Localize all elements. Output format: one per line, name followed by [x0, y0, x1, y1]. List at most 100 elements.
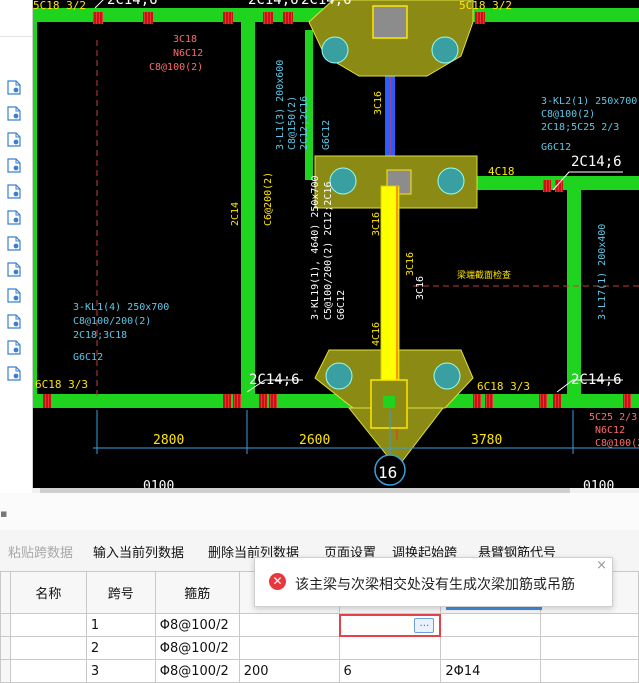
table-row[interactable]: 3 Φ8@100/2 200 6 2Φ14	[0, 659, 639, 683]
label-top-3: 2C14;6	[248, 0, 299, 8]
label-v-3c16-a: 3C16	[373, 91, 384, 115]
axis-bubble-label: 16	[378, 463, 397, 482]
tooltip-message: 该主梁与次梁相交处没有生成次梁加筋或吊筋	[295, 577, 575, 593]
axis-label-left: 0100	[143, 479, 174, 488]
label-kl21-4: G6C12	[541, 142, 571, 153]
document-icon[interactable]	[7, 132, 21, 147]
label-kl19-2: C5@100/200(2) 2C12;2C16	[323, 182, 334, 320]
cell-col4[interactable]	[238, 613, 340, 637]
label-kl19-3: G6C12	[336, 290, 347, 320]
label-kl1-4: G6C12	[73, 352, 103, 363]
cell-col4[interactable]: 200	[238, 659, 340, 683]
label-l12-2: C8@150(2)	[287, 96, 298, 150]
label-bottom-far-right: 2C14;6	[571, 372, 622, 388]
label-bottom-mid: 2C14;6	[249, 372, 300, 388]
label-top-right: 5C18 3/2	[459, 0, 512, 12]
document-icon[interactable]	[7, 106, 21, 121]
label-n6c12: N6C12	[173, 48, 203, 59]
row-handle	[0, 659, 11, 683]
label-4c18: 4C18	[488, 165, 515, 178]
document-icon[interactable]	[7, 314, 21, 329]
error-tooltip: ✕ 该主梁与次梁相交处没有生成次梁加筋或吊筋 ×	[254, 557, 613, 607]
axis-label-right: 0100	[583, 479, 614, 488]
label-3c18: 3C18	[173, 34, 197, 45]
label-top-4: 2C14;6	[301, 0, 352, 8]
document-icon[interactable]	[7, 262, 21, 277]
document-icon[interactable]	[7, 210, 21, 225]
cell-stirrup[interactable]: Φ8@100/2	[154, 636, 240, 660]
cell-col6[interactable]	[440, 613, 542, 637]
cell-stirrup[interactable]: Φ8@100/2	[154, 659, 240, 683]
label-rb-2: N6C12	[595, 425, 625, 436]
document-icon[interactable]	[7, 184, 21, 199]
label-left-bottom: 6C18 3/3	[35, 378, 88, 391]
table-row[interactable]: 2 Φ8@100/2	[0, 636, 639, 660]
header-name[interactable]: 名称	[9, 571, 87, 614]
label-l12-4: G6C12	[321, 120, 332, 150]
dim-3780: 3780	[471, 433, 502, 448]
document-icon[interactable]	[7, 288, 21, 303]
cad-drawing: 5C18 3/2 2C14;6 2C14;6 2C14;6 5C18 3/2 3…	[33, 0, 639, 488]
label-rb-3: C8@100(2)	[595, 438, 639, 449]
label-top-2: 2C14;6	[107, 0, 158, 8]
error-icon: ✕	[269, 573, 286, 590]
cell-col7[interactable]	[540, 659, 639, 683]
header-stirrup[interactable]: 箍筋	[154, 571, 240, 614]
label-kl21: 3-KL2(1) 250x700	[541, 96, 637, 107]
paste-span-button[interactable]: 粘贴跨数据	[8, 542, 73, 561]
cell-col6[interactable]: 2Φ14	[440, 659, 542, 683]
document-icon[interactable]	[7, 80, 21, 95]
label-kl1-3: 2C18;3C18	[73, 330, 127, 341]
table-row[interactable]: 1 Φ8@100/2 …	[0, 613, 639, 637]
cad-canvas[interactable]: 5C18 3/2 2C14;6 2C14;6 2C14;6 5C18 3/2 3…	[33, 0, 639, 488]
label-v-3c16-b: 3C16	[371, 212, 382, 236]
header-span[interactable]: 跨号	[85, 571, 156, 614]
panel-pin-icon[interactable]: ▪	[0, 507, 7, 520]
document-icon[interactable]	[7, 366, 21, 381]
highlighted-beam	[380, 185, 400, 383]
label-kl1: 3-KL1(4) 250x700	[73, 302, 169, 313]
panel-header: ▪	[0, 493, 639, 531]
label-right-mid: 2C14;6	[571, 154, 622, 170]
cell-span[interactable]: 2	[85, 636, 156, 660]
cell-stirrup[interactable]: Φ8@100/2	[154, 613, 240, 637]
cell-name[interactable]	[9, 659, 87, 683]
label-l17: 3-L17(1) 200x400	[597, 224, 608, 320]
cell-col7[interactable]	[540, 613, 639, 637]
label-l12-3: 2C12;2C16	[299, 96, 310, 150]
close-icon[interactable]: ×	[596, 558, 607, 573]
label-v-3c16-d: 3C16	[415, 276, 426, 300]
cell-col6[interactable]	[440, 636, 542, 660]
label-c8100: C8@100(2)	[149, 62, 203, 73]
document-icon[interactable]	[7, 340, 21, 355]
document-icon[interactable]	[7, 236, 21, 251]
dim-2800: 2800	[153, 433, 184, 448]
cell-name[interactable]	[9, 613, 87, 637]
left-sidebar	[0, 0, 33, 490]
label-v-4c16: 4C16	[371, 322, 382, 346]
input-column-button[interactable]: 输入当前列数据	[93, 542, 184, 561]
label-v-2c14: 2C14	[230, 202, 241, 226]
vertical-beam-left	[241, 8, 255, 408]
cell-span[interactable]: 3	[85, 659, 156, 683]
cell-col5[interactable]	[338, 636, 442, 660]
cell-col4[interactable]	[238, 636, 340, 660]
label-yellow-note: 梁端截面检查	[457, 269, 511, 281]
cell-selected[interactable]: …	[338, 613, 442, 637]
sidebar-header	[0, 0, 32, 37]
corner-cell	[0, 571, 11, 614]
cell-col7[interactable]	[540, 636, 639, 660]
document-icon[interactable]	[7, 158, 21, 173]
label-v-c6200: C6@200(2)	[263, 172, 274, 226]
ellipsis-button[interactable]: …	[414, 618, 435, 633]
grid-lines	[96, 40, 639, 400]
rebar-marks	[43, 12, 631, 408]
cell-col5[interactable]: 6	[338, 659, 442, 683]
left-edge-beam	[33, 22, 37, 394]
cell-name[interactable]	[9, 636, 87, 660]
label-kl21-2: C8@100(2)	[541, 109, 595, 120]
label-kl21-3: 2C18;5C25 2/3	[541, 122, 619, 133]
label-l12: 3-L1(3) 200x600	[275, 60, 286, 150]
label-bottom-right: 6C18 3/3	[477, 380, 530, 393]
cell-span[interactable]: 1	[85, 613, 156, 637]
